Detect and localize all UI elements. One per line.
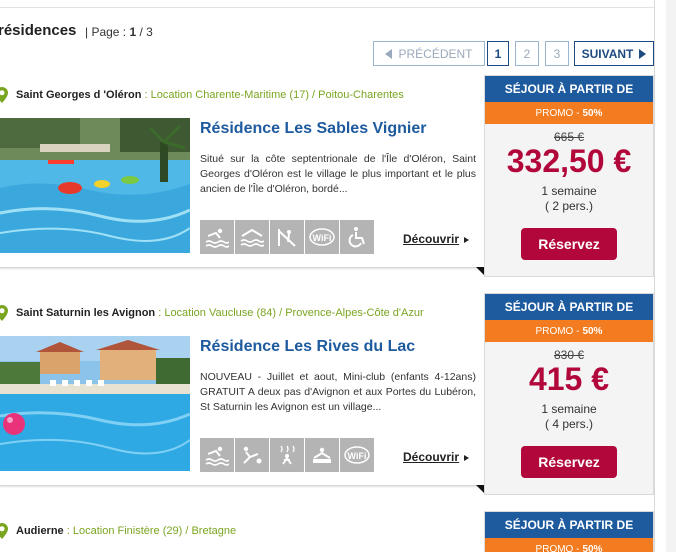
map-pin-icon xyxy=(0,523,8,539)
price-header: SÉJOUR À PARTIR DE xyxy=(485,512,653,538)
current-price: 415 € xyxy=(528,361,610,397)
wifi-icon: WiFi xyxy=(305,220,339,254)
listing-description: NOUVEAU - Juillet et aout, Mini-club (en… xyxy=(200,371,476,413)
wifi-icon: WiFi xyxy=(340,438,374,472)
top-divider xyxy=(0,0,654,8)
listing-card: Résidence Les Sables Vignier Situé sur l… xyxy=(0,106,484,275)
promo-badge: PROMO -50% xyxy=(485,102,653,124)
amenities-row: WiFi xyxy=(200,438,374,472)
listing-title[interactable]: Résidence Les Sables Vignier xyxy=(200,120,426,138)
amenities-row: WiFi xyxy=(200,220,374,254)
stay-duration: 1 semaine xyxy=(541,184,597,198)
playground-icon xyxy=(270,220,304,254)
listing-city: Audierne xyxy=(16,525,64,537)
people-count: ( 4 pers.) xyxy=(544,417,593,431)
price-panel: SÉJOUR À PARTIR DE PROMO -50% 830 € 415 … xyxy=(484,293,654,495)
page-3-button[interactable]: 3 xyxy=(545,41,569,66)
arrow-left-icon xyxy=(385,48,393,59)
reserve-button[interactable]: Réservez xyxy=(521,446,617,478)
pool-icon xyxy=(200,220,234,254)
results-title: résidences xyxy=(0,22,77,39)
discover-link[interactable]: Découvrir xyxy=(403,450,470,464)
discover-link[interactable]: Découvrir xyxy=(403,232,470,246)
svg-text:WiFi: WiFi xyxy=(348,451,367,461)
listing-card xyxy=(0,542,484,552)
page-right-gutter xyxy=(666,0,676,552)
next-page-button[interactable]: SUIVANT xyxy=(574,41,654,66)
current-price: 332,50 € xyxy=(506,143,632,179)
map-pin-icon xyxy=(0,305,8,321)
listing-region-link[interactable]: : Location Charente-Maritime (17) / Poit… xyxy=(141,89,404,101)
reserve-button[interactable]: Réservez xyxy=(521,228,617,260)
listing-title[interactable]: Résidence Les Rives du Lac xyxy=(200,338,415,356)
spa-icon xyxy=(305,438,339,472)
arrow-right-icon xyxy=(464,454,470,461)
old-price: 830 € xyxy=(553,348,585,362)
old-price: 665 € xyxy=(553,130,585,144)
waves-icon xyxy=(235,220,269,254)
listing-photo[interactable] xyxy=(0,118,190,253)
price-panel: SÉJOUR À PARTIR DE PROMO -50% xyxy=(484,511,654,552)
page-indicator: | Page : 1 / 3 xyxy=(85,25,153,39)
stay-duration: 1 semaine xyxy=(541,402,597,416)
listing-description: Situé sur la côte septentrionale de l'Îl… xyxy=(200,153,476,195)
listing-card: Résidence Les Rives du Lac NOUVEAU - Jui… xyxy=(0,324,484,493)
page-2-button[interactable]: 2 xyxy=(515,41,539,66)
arrow-right-icon xyxy=(464,236,470,243)
listing-region-link[interactable]: : Location Vaucluse (84) / Provence-Alpe… xyxy=(155,307,423,319)
results-header: résidences | Page : 1 / 3 xyxy=(0,22,654,42)
people-count: ( 2 pers.) xyxy=(544,199,593,213)
listing-city: Saint Saturnin les Avignon xyxy=(16,307,156,319)
map-pin-icon xyxy=(0,87,8,103)
svg-text:WiFi: WiFi xyxy=(313,233,332,243)
arrow-right-icon xyxy=(639,48,647,59)
previous-page-button[interactable]: PRÉCÉDENT xyxy=(373,41,485,66)
pool-icon xyxy=(200,438,234,472)
accessibility-icon xyxy=(340,220,374,254)
price-panel: SÉJOUR À PARTIR DE PROMO -50% 665 € 332,… xyxy=(484,75,654,277)
listing-photo[interactable] xyxy=(0,336,190,471)
promo-badge: PROMO -50% xyxy=(485,538,653,552)
page-1-button[interactable]: 1 xyxy=(487,41,509,66)
price-header: SÉJOUR À PARTIR DE xyxy=(485,294,653,320)
price-header: SÉJOUR À PARTIR DE xyxy=(485,76,653,102)
hammam-icon xyxy=(270,438,304,472)
promo-badge: PROMO -50% xyxy=(485,320,653,342)
listing-city: Saint Georges d 'Oléron xyxy=(16,89,142,101)
sport-icon xyxy=(235,438,269,472)
listing-region-link[interactable]: : Location Finistère (29) / Bretagne xyxy=(64,525,236,537)
